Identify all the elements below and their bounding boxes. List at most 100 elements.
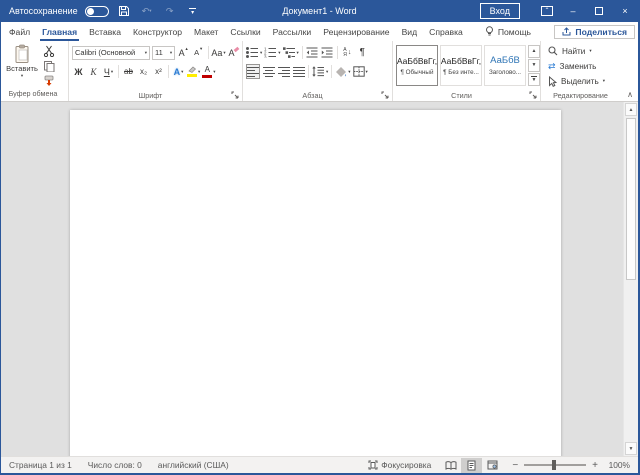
paragraph-dialog-launcher[interactable]: [381, 91, 389, 99]
sort-letter-b: Я: [343, 53, 347, 58]
print-layout-icon[interactable]: [461, 458, 482, 473]
paste-caret-icon: ▾: [21, 73, 23, 79]
close-button[interactable]: ×: [612, 0, 638, 22]
font-size-select[interactable]: 11▾: [152, 46, 175, 60]
change-case-button[interactable]: Aa▾: [212, 45, 225, 60]
tab-view[interactable]: Вид: [402, 22, 418, 41]
show-marks-button[interactable]: ¶: [356, 45, 369, 60]
font-color-glyph: А: [205, 66, 210, 74]
italic-button[interactable]: К: [87, 64, 100, 79]
find-button[interactable]: Найти ▾: [548, 44, 636, 58]
scroll-up-icon[interactable]: ▲: [625, 103, 637, 116]
page-indicator[interactable]: Страница 1 из 1: [9, 460, 72, 470]
align-left-button[interactable]: [246, 64, 260, 79]
subscript-button[interactable]: x₂: [137, 64, 150, 79]
shading-button[interactable]: ▾: [335, 64, 350, 79]
bullets-button[interactable]: ▾: [246, 45, 262, 60]
cut-button[interactable]: [42, 44, 55, 58]
collapse-ribbon-icon[interactable]: ∧: [627, 90, 633, 99]
align-right-button[interactable]: [277, 64, 290, 79]
text-effects-button[interactable]: A▾: [172, 64, 185, 79]
ribbon-display-options-icon[interactable]: ⌃: [534, 0, 560, 22]
tab-file[interactable]: Файл: [9, 22, 30, 41]
styles-scroll-up-button[interactable]: ▲: [528, 45, 540, 58]
increase-indent-button[interactable]: [321, 45, 334, 60]
tab-design[interactable]: Конструктор: [133, 22, 182, 41]
sign-in-button[interactable]: Вход: [480, 3, 520, 19]
clear-formatting-button[interactable]: A: [227, 45, 240, 60]
highlight-color-button[interactable]: ▾: [187, 64, 200, 79]
paste-button[interactable]: Вставить ▾: [4, 44, 40, 88]
word-count[interactable]: Число слов: 0: [88, 460, 142, 470]
underline-button[interactable]: Ч▾: [102, 64, 115, 79]
font-dialog-launcher[interactable]: [231, 91, 239, 99]
replace-label: Заменить: [560, 62, 597, 71]
zoom-slider-thumb[interactable]: [552, 460, 556, 470]
style-card-heading1[interactable]: АаБбВ Заголово...: [484, 45, 526, 86]
select-caret-icon: ▾: [603, 78, 605, 84]
cursor-arrow-icon: [548, 76, 557, 87]
underline-glyph: Ч: [104, 67, 110, 77]
scrollbar-thumb[interactable]: [626, 118, 636, 280]
strikethrough-button[interactable]: ab: [122, 64, 135, 79]
redo-icon[interactable]: ↷: [162, 3, 178, 19]
tab-review[interactable]: Рецензирование: [323, 22, 389, 41]
select-button[interactable]: Выделить ▾: [548, 74, 636, 88]
tab-layout[interactable]: Макет: [194, 22, 218, 41]
web-layout-icon[interactable]: [482, 458, 503, 473]
vertical-scrollbar[interactable]: ▲ ▼: [623, 102, 638, 456]
replace-button[interactable]: ⇄ Заменить: [548, 59, 636, 73]
zoom-out-button[interactable]: −: [512, 460, 518, 471]
tab-references[interactable]: Ссылки: [230, 22, 260, 41]
format-painter-button[interactable]: [42, 74, 55, 88]
tab-insert[interactable]: Вставка: [89, 22, 121, 41]
quick-access-toolbar-menu-icon[interactable]: ▾: [185, 3, 201, 19]
zoom-in-button[interactable]: +: [592, 460, 598, 471]
save-icon[interactable]: [116, 3, 132, 19]
grow-font-button[interactable]: A▲: [177, 45, 190, 60]
font-color-button[interactable]: А ▾: [202, 64, 215, 79]
autosave-toggle[interactable]: [85, 6, 109, 17]
styles-scroll-down-button[interactable]: ▼: [528, 59, 540, 72]
maximize-button[interactable]: [586, 0, 612, 22]
style-card-normal[interactable]: АаБбВвГг, ¶ Обычный: [396, 45, 438, 86]
scroll-down-icon[interactable]: ▼: [625, 442, 637, 455]
styles-more-button[interactable]: ▼: [528, 73, 540, 86]
justify-button[interactable]: [292, 64, 305, 79]
tab-mailings[interactable]: Рассылки: [273, 22, 312, 41]
tab-help[interactable]: Справка: [429, 22, 463, 41]
minimize-button[interactable]: –: [560, 0, 586, 22]
multilevel-list-button[interactable]: ▾: [283, 45, 299, 60]
align-center-button[interactable]: [262, 64, 275, 79]
tab-home[interactable]: Главная: [42, 22, 77, 41]
focus-label: Фокусировка: [381, 460, 431, 470]
style-card-no-spacing[interactable]: АаБбВвГг, ¶ Без инте...: [440, 45, 482, 86]
tell-me-button[interactable]: Помощь: [485, 26, 531, 37]
focus-mode-button[interactable]: Фокусировка: [368, 460, 431, 470]
copy-button[interactable]: [42, 59, 55, 73]
clipboard-group-label: Буфер обмена: [3, 89, 63, 100]
share-button[interactable]: Поделиться: [554, 25, 635, 39]
superscript-button[interactable]: x²: [152, 64, 165, 79]
bold-button[interactable]: Ж: [72, 64, 85, 79]
styles-group: АаБбВвГг, ¶ Обычный АаБбВвГг, ¶ Без инте…: [393, 41, 541, 101]
borders-button[interactable]: ▾: [353, 64, 368, 79]
font-color-caret-icon: ▾: [213, 69, 215, 75]
read-mode-icon[interactable]: [440, 458, 461, 473]
separator: [337, 46, 338, 59]
undo-icon[interactable]: ↶▾: [139, 3, 155, 19]
shrink-font-button[interactable]: A▼: [192, 45, 205, 60]
sort-button[interactable]: А Я ↓: [341, 45, 354, 60]
paragraph-group-label: Абзац: [243, 91, 382, 100]
zoom-level[interactable]: 100%: [604, 460, 630, 470]
font-name-select[interactable]: Calibri (Основной▾: [72, 46, 150, 60]
decrease-indent-button[interactable]: [306, 45, 319, 60]
styles-group-label: Стили: [393, 91, 530, 100]
numbering-button[interactable]: 123 ▾: [264, 45, 280, 60]
separator: [208, 46, 209, 59]
zoom-slider[interactable]: [524, 464, 586, 466]
styles-dialog-launcher[interactable]: [529, 91, 537, 99]
document-page[interactable]: [70, 110, 561, 456]
line-spacing-button[interactable]: ▾: [312, 64, 328, 79]
language-indicator[interactable]: английский (США): [158, 460, 229, 470]
